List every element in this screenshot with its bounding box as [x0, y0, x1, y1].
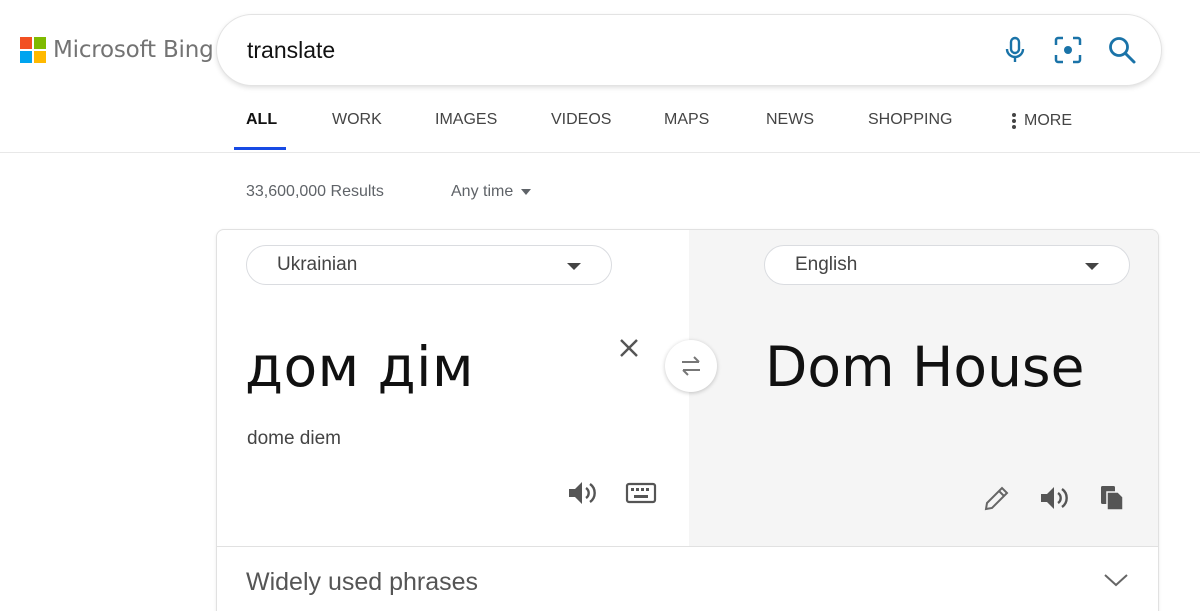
search-icon[interactable] — [1105, 33, 1139, 67]
translation-text: Dom House — [765, 335, 1085, 399]
visual-search-icon[interactable] — [1051, 33, 1085, 67]
widely-used-phrases[interactable]: Widely used phrases — [246, 568, 478, 597]
tab-images[interactable]: IMAGES — [435, 111, 497, 129]
copy-icon[interactable] — [1094, 480, 1130, 516]
source-language-select[interactable]: Ukrainian — [246, 245, 612, 285]
header-divider — [0, 152, 1200, 153]
search-box — [217, 15, 1161, 85]
caret-down-icon — [521, 189, 532, 195]
brand-name: Microsoft Bing — [53, 37, 214, 63]
transliteration: dome diem — [247, 428, 341, 449]
search-input[interactable] — [247, 37, 987, 63]
tab-shopping[interactable]: SHOPPING — [868, 111, 952, 129]
tab-more[interactable]: MORE — [1012, 111, 1072, 131]
swap-icon — [682, 356, 700, 376]
time-filter-label: Any time — [451, 183, 514, 200]
speaker-icon[interactable] — [1037, 480, 1073, 516]
tab-more-label: MORE — [1024, 112, 1072, 130]
translator-card: Ukrainian English дом дім dome diem Dom … — [216, 229, 1159, 611]
tab-all[interactable]: ALL — [246, 111, 277, 129]
active-tab-indicator — [234, 147, 286, 150]
results-count: 33,600,000 Results — [246, 183, 384, 200]
source-language-label: Ukrainian — [277, 254, 358, 275]
more-vertical-icon — [1012, 111, 1016, 131]
pencil-icon[interactable] — [979, 480, 1015, 516]
microphone-icon[interactable] — [998, 33, 1032, 67]
tab-work[interactable]: WORK — [332, 111, 382, 129]
bing-logo[interactable]: Microsoft Bing — [20, 37, 214, 63]
phrases-divider — [217, 546, 1158, 547]
swap-languages-button[interactable] — [665, 340, 717, 392]
caret-down-icon — [1085, 263, 1099, 270]
chevron-down-icon[interactable] — [1103, 572, 1129, 593]
time-filter-dropdown[interactable]: Any time — [451, 183, 532, 201]
speaker-icon[interactable] — [565, 475, 601, 511]
clear-icon[interactable] — [615, 334, 643, 362]
source-text[interactable]: дом дім — [245, 335, 474, 399]
tab-maps[interactable]: MAPS — [664, 111, 709, 129]
tab-videos[interactable]: VIDEOS — [551, 111, 611, 129]
target-language-label: English — [795, 254, 858, 275]
caret-down-icon — [567, 263, 581, 270]
microsoft-logo-icon — [20, 37, 46, 63]
tab-news[interactable]: NEWS — [766, 111, 814, 129]
keyboard-icon[interactable] — [623, 475, 659, 511]
target-language-select[interactable]: English — [764, 245, 1130, 285]
